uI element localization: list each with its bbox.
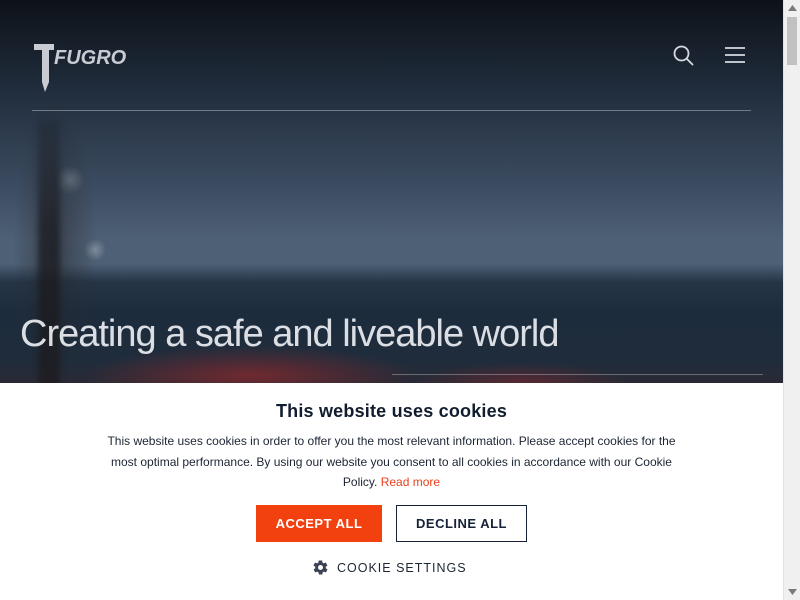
search-icon — [673, 45, 693, 65]
page: FUGRO Creating a safe and liveable world — [0, 0, 783, 600]
gear-icon — [313, 560, 328, 575]
scroll-thumb[interactable] — [787, 17, 797, 65]
cookie-banner-title: This website uses cookies — [275, 401, 508, 421]
cookie-settings-button[interactable]: COOKIE SETTINGS — [312, 559, 467, 576]
hamburger-menu-icon — [725, 47, 745, 63]
cookie-consent-banner: This website uses cookies This website u… — [0, 383, 783, 600]
read-more-link[interactable]: Read more — [381, 475, 440, 489]
fugro-logo[interactable]: FUGRO — [32, 42, 142, 92]
vertical-scrollbar[interactable] — [783, 0, 800, 600]
scroll-down-arrow[interactable] — [784, 584, 800, 600]
cookie-banner-text: This website uses cookies in order to of… — [95, 431, 688, 493]
header-actions — [672, 44, 746, 66]
chevron-up-icon — [788, 5, 797, 11]
hero-divider — [392, 374, 763, 375]
logo-text: FUGRO — [54, 47, 127, 69]
hero-title: Creating a safe and liveable world — [20, 313, 559, 355]
accept-all-button[interactable]: ACCEPT ALL — [256, 505, 382, 542]
decline-all-button[interactable]: DECLINE ALL — [396, 505, 527, 542]
menu-button[interactable] — [724, 44, 746, 66]
chevron-down-icon — [788, 589, 797, 595]
cookie-settings-label: COOKIE SETTINGS — [337, 560, 467, 575]
header-divider — [32, 110, 751, 111]
search-button[interactable] — [672, 44, 694, 66]
logo-mark: FUGRO — [34, 44, 127, 92]
browser-viewport: FUGRO Creating a safe and liveable world — [0, 0, 800, 600]
scroll-up-arrow[interactable] — [784, 0, 800, 16]
